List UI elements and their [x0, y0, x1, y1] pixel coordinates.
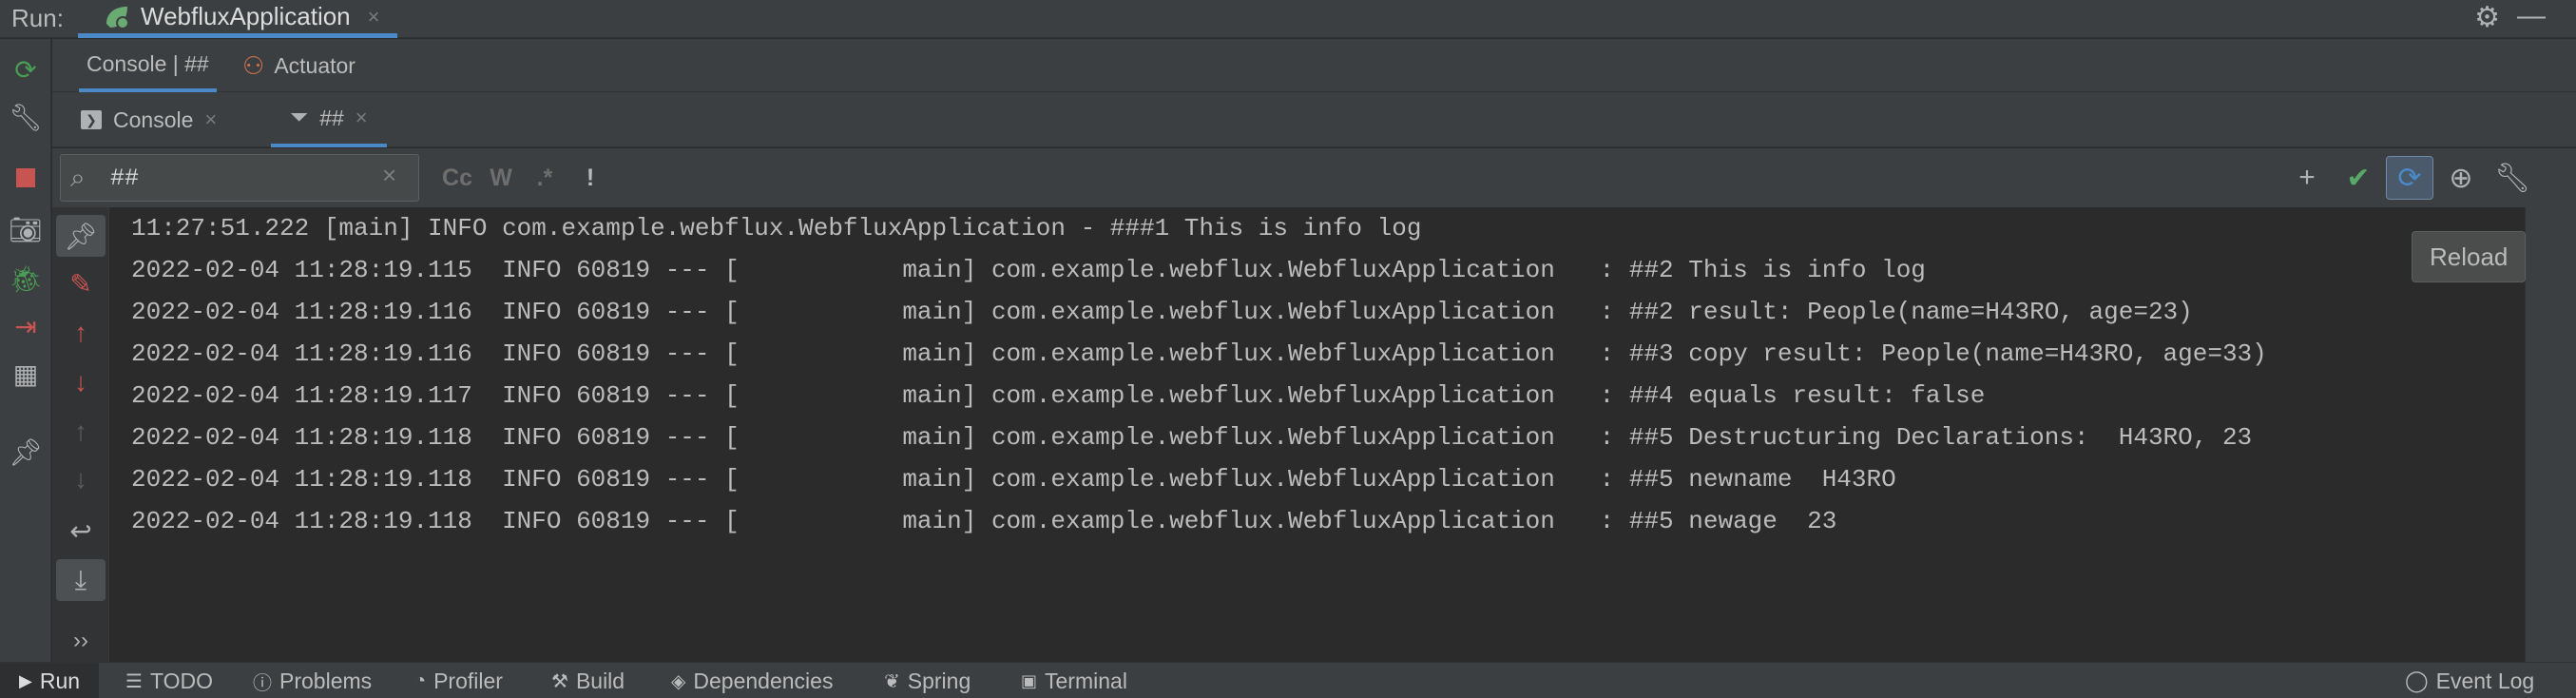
- list-icon: ☰: [125, 670, 143, 692]
- console-gutter-toolbar: 📌︎ ✎ ↑ ↓ ↑ ↓ ↩ ⤓ ››: [52, 207, 109, 662]
- log-line: 2022-02-04 11:28:19.116 INFO 60819 --- […: [131, 298, 2193, 326]
- tab-filter[interactable]: ⏷ ## ×: [271, 92, 387, 147]
- bottom-tab-todo-label: TODO: [149, 668, 213, 693]
- bottom-tool-bar: ▶ Run ☰ TODO ⓘ Problems ◔ Profiler ⚒ Bui…: [0, 662, 2576, 698]
- rerun-icon[interactable]: ⟳: [0, 48, 51, 90]
- layers-icon: ◈: [671, 670, 686, 692]
- wrench-icon[interactable]: 🔧︎: [0, 96, 51, 138]
- bottom-tab-problems[interactable]: ⓘ Problems: [253, 663, 372, 698]
- log-line: 2022-02-04 11:28:19.118 INFO 60819 --- […: [131, 423, 2253, 452]
- run-tool-window-header: Run: WebfluxApplication × ⚙ —: [0, 0, 2576, 38]
- close-icon[interactable]: ×: [204, 107, 217, 132]
- log-line: 11:27:51.222 [main] INFO com.example.web…: [131, 214, 1422, 242]
- negate-toggle[interactable]: !: [569, 156, 611, 200]
- bottom-tab-build[interactable]: ⚒ Build: [551, 663, 625, 698]
- bottom-tab-event-log-label: Event Log: [2435, 668, 2535, 693]
- match-case-toggle[interactable]: Cc: [436, 156, 478, 200]
- stop-icon[interactable]: [0, 157, 51, 199]
- tab-filter-label: ##: [319, 105, 344, 130]
- add-icon[interactable]: +: [2283, 156, 2331, 200]
- log-line: 2022-02-04 11:28:19.117 INFO 60819 --- […: [131, 381, 1986, 410]
- clear-search-icon[interactable]: ×: [382, 161, 396, 190]
- play-icon: ▶: [19, 670, 32, 690]
- bottom-tab-event-log[interactable]: ◯ Event Log: [2405, 663, 2534, 698]
- search-icon[interactable]: ⌕: [70, 163, 86, 194]
- info-circle-icon: ⓘ: [253, 672, 272, 694]
- bottom-tab-terminal[interactable]: ▣ Terminal: [1021, 663, 1127, 698]
- reload-icon[interactable]: ⟳: [2386, 156, 2433, 200]
- whole-words-toggle[interactable]: W: [480, 156, 522, 200]
- log-line: 2022-02-04 11:28:19.118 INFO 60819 --- […: [131, 507, 1837, 535]
- run-config-tab[interactable]: WebfluxApplication ×: [78, 0, 397, 38]
- event-log-icon: ◯: [2405, 669, 2429, 692]
- bottom-tab-run[interactable]: ▶ Run: [0, 663, 100, 698]
- gear-icon[interactable]: ⚙: [2474, 4, 2500, 32]
- bottom-tab-todo[interactable]: ☰ TODO: [125, 663, 213, 698]
- tab-actuator-label: Actuator: [274, 52, 356, 78]
- right-gutter: [2525, 207, 2576, 662]
- bottom-tab-spring-label: Spring: [907, 668, 971, 693]
- soft-wrap-icon[interactable]: ↩: [56, 510, 106, 552]
- run-config-tab-label: WebfluxApplication: [141, 2, 351, 30]
- bottom-tab-problems-label: Problems: [279, 668, 373, 693]
- bottom-tab-build-label: Build: [575, 668, 625, 693]
- hammer-icon: ⚒: [551, 670, 568, 692]
- arrow-up-icon[interactable]: ↑: [56, 312, 106, 354]
- console-search-row: ⌕ × Cc W .* ! + ✔ ⟳ ⊕ 🔧︎: [52, 148, 2576, 207]
- regex-toggle[interactable]: .*: [524, 156, 566, 200]
- pin-icon[interactable]: 📌︎: [0, 431, 51, 473]
- search-box: ⌕ ×: [60, 154, 419, 202]
- profiler-icon: ◔: [414, 669, 427, 691]
- bottom-tab-run-label: Run: [39, 668, 81, 693]
- exit-icon[interactable]: ⇥: [0, 305, 51, 347]
- target-icon[interactable]: ⊕: [2437, 156, 2485, 200]
- tool-window-tabs: Console | ## ⚇ Actuator: [52, 39, 2576, 92]
- spring-leaf-icon: ❦: [884, 670, 900, 692]
- spring-boot-app-icon: [106, 6, 129, 29]
- tab-console[interactable]: ❯ Console ×: [81, 92, 217, 147]
- tab-actuator[interactable]: ⚇ Actuator: [242, 39, 356, 92]
- debug-bug-icon[interactable]: 🐞︎: [0, 258, 51, 300]
- console-tabs: ❯ Console × ⏷ ## ×: [52, 92, 2576, 147]
- clear-all-icon[interactable]: ✎: [56, 262, 106, 304]
- wrench-icon[interactable]: 🔧︎: [2489, 156, 2536, 200]
- more-icon[interactable]: ››: [56, 620, 106, 662]
- tab-console-filter[interactable]: Console | ##: [79, 39, 217, 92]
- bottom-tab-profiler-label: Profiler: [433, 668, 503, 693]
- log-line: 2022-02-04 11:28:19.115 INFO 60819 --- […: [131, 256, 1926, 284]
- console-icon: ❯: [81, 110, 102, 129]
- console-output[interactable]: 11:27:51.222 [main] INFO com.example.web…: [110, 207, 2525, 662]
- checkmark-icon[interactable]: ✔: [2335, 156, 2382, 200]
- pin-icon[interactable]: 📌︎: [56, 215, 106, 257]
- arrow-down-icon[interactable]: ↓: [56, 361, 106, 403]
- arrow-down-disabled-icon: ↓: [74, 464, 87, 494]
- log-line: 2022-02-04 11:28:19.118 INFO 60819 --- […: [131, 465, 1896, 494]
- bottom-tab-profiler[interactable]: ◔ Profiler: [414, 663, 503, 698]
- arrow-up-disabled-icon: ↑: [74, 417, 87, 446]
- layout-icon[interactable]: ▦: [0, 353, 51, 395]
- bottom-tab-terminal-label: Terminal: [1045, 668, 1127, 693]
- search-input[interactable]: [110, 160, 357, 196]
- actuator-icon: ⚇: [242, 50, 265, 80]
- scroll-to-end-icon[interactable]: ⤓: [56, 559, 106, 601]
- minimize-icon[interactable]: —: [2517, 2, 2546, 30]
- reload-tooltip: Reload: [2412, 231, 2527, 282]
- bottom-tab-dependencies[interactable]: ◈ Dependencies: [671, 663, 833, 698]
- bottom-tab-dependencies-label: Dependencies: [693, 668, 834, 693]
- close-icon[interactable]: ×: [356, 106, 368, 130]
- close-icon[interactable]: ×: [368, 5, 380, 29]
- terminal-icon: ▣: [1021, 670, 1038, 690]
- tab-console-label: Console: [113, 107, 194, 132]
- log-line: 2022-02-04 11:28:19.116 INFO 60819 --- […: [131, 339, 2267, 368]
- run-label: Run:: [11, 4, 64, 32]
- camera-icon[interactable]: 📷︎: [0, 208, 51, 250]
- run-left-toolbar: ⟳ 🔧︎ 📷︎ 🐞︎ ⇥ ▦ 📌︎: [0, 39, 51, 662]
- filter-funnel-icon: ⏷: [290, 105, 309, 130]
- bottom-tab-spring[interactable]: ❦ Spring: [884, 663, 971, 698]
